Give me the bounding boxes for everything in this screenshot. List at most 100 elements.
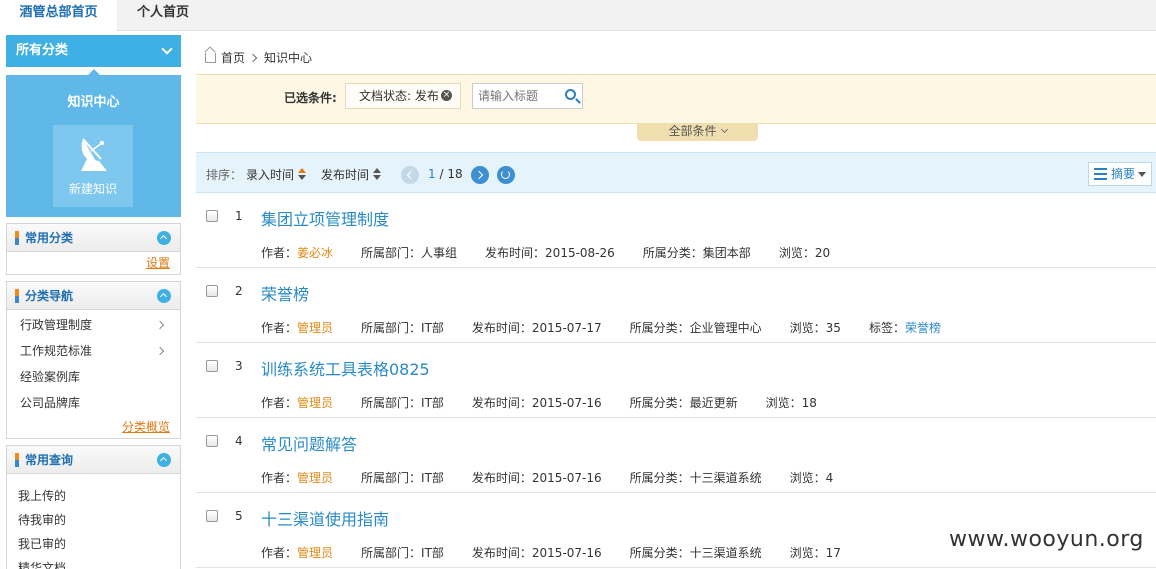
chevron-right-icon <box>155 346 165 356</box>
document-title-link[interactable]: 常见问题解答 <box>261 431 357 455</box>
department: 所属部门：IT部 <box>361 321 444 335</box>
all-categories-label: 所有分类 <box>16 43 69 58</box>
category: 所属分类：十三渠道系统 <box>629 471 762 485</box>
department: 所属部门：IT部 <box>361 396 444 410</box>
breadcrumb-current: 知识中心 <box>264 51 313 65</box>
collapse-icon[interactable] <box>157 289 171 303</box>
knowledge-center-box: 知识中心 新建知识 <box>6 69 181 217</box>
status-filter-chip[interactable]: 文档状态: 发布 × <box>345 83 461 109</box>
category: 所属分类：十三渠道系统 <box>629 546 762 560</box>
row-checkbox[interactable] <box>206 360 218 372</box>
nav-item-work-standards[interactable]: 工作规范标准 <box>7 338 180 364</box>
category: 所属分类：集团本部 <box>642 246 751 260</box>
query-my-uploads[interactable]: 我上传的 <box>7 484 180 508</box>
common-queries-panel: 常用查询 我上传的 待我审的 我已审的 精华文档 <box>6 445 181 569</box>
collapse-icon[interactable] <box>157 453 171 467</box>
nav-item-case-library[interactable]: 经验案例库 <box>7 364 180 390</box>
department: 所属部门：IT部 <box>361 546 444 560</box>
list-item: 3 训练系统工具表格0825 作者：管理员 所属部门：IT部 发布时间：2015-0… <box>196 343 1156 418</box>
category: 所属分类：企业管理中心 <box>629 321 762 335</box>
row-number: 2 <box>235 284 243 298</box>
refresh-icon[interactable] <box>497 166 515 184</box>
author-link[interactable]: 管理员 <box>297 321 333 335</box>
all-conditions-label: 全部条件 <box>668 124 717 138</box>
row-checkbox[interactable] <box>206 285 218 297</box>
view-count: 浏览：4 <box>789 471 834 485</box>
view-count: 浏览：35 <box>789 321 841 335</box>
title-search-box <box>472 83 583 109</box>
publish-date: 发布时间：2015-07-16 <box>471 396 602 410</box>
document-meta: 作者：管理员 所属部门：IT部 发布时间：2015-07-17 所属分类：企业管理中心… <box>261 319 969 336</box>
filter-bar: 已选条件: 文档状态: 发布 × <box>196 74 1156 124</box>
sort-publish-time-label: 发布时间 <box>321 168 370 182</box>
settings-link[interactable]: 设置 <box>7 252 180 274</box>
query-reviewed[interactable]: 我已审的 <box>7 532 180 556</box>
prev-page-icon[interactable] <box>401 166 419 184</box>
author-link[interactable]: 管理员 <box>297 546 333 560</box>
next-page-icon[interactable] <box>471 166 489 184</box>
notch-icon <box>87 69 101 76</box>
tag-link[interactable]: 荣誉榜 <box>905 321 941 335</box>
caret-down-icon <box>1138 172 1146 177</box>
all-categories-dropdown[interactable]: 所有分类 <box>6 35 181 67</box>
tab-personal-home[interactable]: 个人首页 <box>117 0 209 31</box>
nav-item-label: 公司品牌库 <box>20 396 81 410</box>
common-queries-header[interactable]: 常用查询 <box>7 446 180 474</box>
author-label: 作者： <box>261 471 298 485</box>
sort-arrows-icon <box>373 168 382 180</box>
author-label: 作者： <box>261 546 298 560</box>
new-knowledge-label: 新建知识 <box>68 182 117 196</box>
all-conditions-toggle[interactable]: 全部条件 <box>637 123 758 141</box>
category-overview-link[interactable]: 分类概览 <box>7 416 180 438</box>
panel-marker-icon <box>15 453 19 467</box>
knowledge-center-title: 知识中心 <box>67 95 120 110</box>
breadcrumb-home[interactable]: 首页 <box>221 51 245 65</box>
category-nav-header[interactable]: 分类导航 <box>7 282 180 310</box>
view-count: 浏览：20 <box>778 246 831 260</box>
author-link[interactable]: 管理员 <box>297 396 333 410</box>
breadcrumb: 首页 知识中心 <box>205 49 312 67</box>
list-item: 4 常见问题解答 作者：管理员 所属部门：IT部 发布时间：2015-07-16 所属… <box>196 418 1156 493</box>
sort-bar: 排序： 录入时间 发布时间 1 / 18 摘要 <box>196 152 1156 193</box>
view-count: 浏览：18 <box>765 396 817 410</box>
top-tab-bar: 酒管总部首页 个人首页 <box>0 0 1156 31</box>
row-number: 3 <box>235 359 243 373</box>
title-search-input[interactable] <box>473 84 558 108</box>
common-categories-header[interactable]: 常用分类 <box>7 224 180 252</box>
department: 所属部门：IT部 <box>361 471 444 485</box>
document-title-link[interactable]: 十三渠道使用指南 <box>261 506 389 530</box>
author-link[interactable]: 管理员 <box>297 471 333 485</box>
department: 所属部门：人事组 <box>361 246 458 260</box>
new-knowledge-button[interactable]: 新建知识 <box>53 125 133 207</box>
nav-item-brand-library[interactable]: 公司品牌库 <box>7 390 180 416</box>
view-mode-dropdown[interactable]: 摘要 <box>1088 162 1152 186</box>
satellite-dish-icon <box>81 138 107 171</box>
row-checkbox[interactable] <box>206 435 218 447</box>
search-icon[interactable] <box>565 89 576 100</box>
document-title-link[interactable]: 荣誉榜 <box>261 281 309 305</box>
nav-item-admin-rules[interactable]: 行政管理制度 <box>7 312 180 338</box>
tab-hq-home[interactable]: 酒管总部首页 <box>0 0 117 31</box>
nav-item-label: 经验案例库 <box>20 370 81 384</box>
sort-arrows-icon <box>298 168 307 180</box>
row-checkbox[interactable] <box>206 210 218 222</box>
author-link[interactable]: 姜必冰 <box>297 246 333 260</box>
view-mode-label: 摘要 <box>1111 167 1136 181</box>
chevron-right-icon <box>248 53 258 63</box>
document-title-link[interactable]: 训练系统工具表格0825 <box>261 356 430 380</box>
row-checkbox[interactable] <box>206 510 218 522</box>
sort-by-publish-time[interactable]: 发布时间 <box>321 166 382 183</box>
query-featured[interactable]: 精华文档 <box>7 556 180 569</box>
publish-date: 发布时间：2015-08-26 <box>485 246 615 260</box>
publish-date: 发布时间：2015-07-16 <box>471 471 602 485</box>
query-pending-review[interactable]: 待我审的 <box>7 508 180 532</box>
row-number: 1 <box>235 209 243 223</box>
common-queries-title: 常用查询 <box>25 453 74 467</box>
view-count: 浏览：17 <box>789 546 841 560</box>
sidebar: 所有分类 知识中心 新建知识 常用分类 设置 分类导航 行政管理制度 工作规范标… <box>6 35 181 569</box>
chevron-down-icon <box>161 43 173 55</box>
collapse-icon[interactable] <box>157 231 171 245</box>
remove-filter-icon[interactable]: × <box>441 90 452 101</box>
document-title-link[interactable]: 集团立项管理制度 <box>261 206 389 230</box>
sort-by-entry-time[interactable]: 录入时间 <box>246 166 307 183</box>
